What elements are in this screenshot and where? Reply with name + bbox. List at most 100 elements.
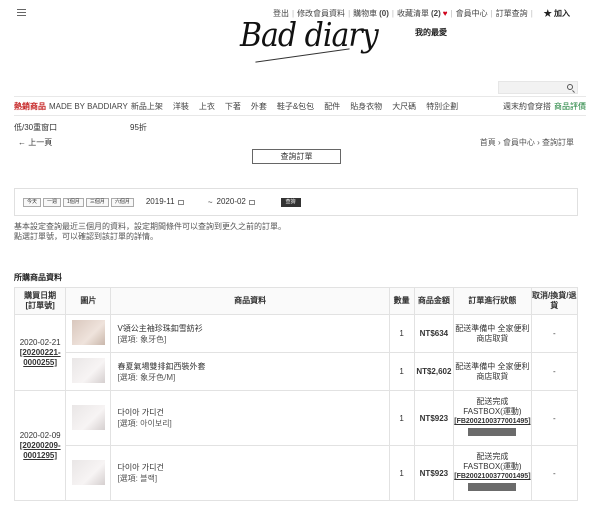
col-status: 訂單進行狀態 — [453, 287, 532, 315]
order-date: 2020-02-21 — [19, 337, 61, 347]
amount: NT$634 — [413, 314, 455, 353]
help-note: 點選訂單號，可以確認到該訂單的詳情。 — [14, 232, 158, 241]
return-action: - — [530, 352, 579, 391]
return-action: - — [530, 314, 579, 353]
brand-logo[interactable]: Bad diary — [240, 16, 379, 55]
table-row: 2020-02-21 [20200221-0000255] V領公主袖珍珠釦雪紡… — [13, 314, 579, 391]
nav-new-arrivals[interactable]: 新品上架 — [131, 101, 163, 112]
nav-made-by-baddiary[interactable]: MADE BY BADDIARY — [49, 102, 128, 111]
product-thumbnail[interactable] — [71, 320, 105, 345]
product-name-link[interactable]: 다이아 가디건 — [117, 462, 388, 473]
return-action: - — [530, 445, 579, 501]
product-thumbnail[interactable] — [71, 459, 105, 485]
table-row: 春夏氣場雙排釦西裝外套 [選項: 象牙色/M] 1 NT$2,602 配送準備中… — [15, 352, 579, 391]
date-to-select[interactable]: 2020-02 — [217, 197, 275, 207]
search-input[interactable] — [498, 81, 578, 94]
product-option: [選項: 아이보리] — [117, 419, 172, 428]
wishlist-link[interactable]: 收藏清單 — [397, 8, 429, 19]
col-qty: 數量 — [388, 287, 415, 315]
nav-outerwear[interactable]: 外套 — [251, 101, 267, 112]
help-notes: 基本設定查詢最近三個月的資料，設定期間條件可以查詢到更久之前的訂單。 點選訂單號… — [14, 222, 286, 242]
heart-icon: ♥ — [442, 9, 448, 18]
nav-weekend-outfit[interactable]: 週末約會穿搭 — [503, 101, 551, 112]
product-thumbnail[interactable] — [71, 404, 105, 430]
quantity: 1 — [388, 314, 415, 353]
filter-week-button[interactable]: 一週 — [43, 197, 62, 207]
status-text: 配送完成 FASTBOX(運動) — [463, 452, 522, 471]
tracking-number-link[interactable]: [FB2002100377001495] — [454, 472, 530, 482]
calendar-icon[interactable] — [248, 199, 255, 205]
my-wishlist-link[interactable]: 我的最愛 — [415, 27, 447, 38]
order-number-link[interactable]: [20200209-0001295] — [15, 441, 65, 461]
product-info: 다이아 가디건 [選項: 블랙] — [110, 445, 390, 501]
order-query-link[interactable]: 訂單查詢 — [496, 8, 528, 19]
date-from-select[interactable]: 2019-11 — [146, 197, 204, 207]
filter-1month-button[interactable]: 1個月 — [63, 197, 84, 207]
order-status: 配送完成 FASTBOX(運動) [FB2002100377001495] — [453, 390, 532, 446]
col-date: 購買日期 [訂單號] — [13, 287, 67, 315]
cart-count: (0) — [379, 9, 389, 18]
product-option: [選項: 象牙色] — [117, 334, 167, 344]
search-button[interactable]: 查詢 — [280, 197, 301, 207]
order-status: 配送完成 FASTBOX(運動) [FB2002100377001495] — [453, 445, 532, 501]
join-link[interactable]: ★ 加入 — [544, 8, 570, 19]
table-row: 다이아 가디건 [選項: 블랙] 1 NT$923 配送完成 FASTBOX(運… — [15, 445, 579, 501]
order-status: 配送準備中 全家便利商店取貨 — [453, 352, 532, 391]
calendar-icon[interactable] — [177, 199, 184, 205]
product-thumbnail[interactable] — [71, 358, 105, 383]
nav-product-reviews[interactable]: 商品評價 — [554, 101, 586, 112]
product-info: 다이아 가디건 [選項: 아이보리] — [110, 390, 390, 446]
quantity: 1 — [388, 352, 415, 391]
member-level-label: 低/30重窗口 — [14, 123, 58, 132]
category-navigation: 熱銷商品 MADE BY BADDIARY 新品上架 洋裝 上衣 下著 外套 鞋… — [14, 96, 586, 116]
order-number-link[interactable]: [20200221-0000255] — [15, 348, 65, 368]
product-info: V領公主袖珍珠釦雪紡衫 [選項: 象牙色] — [110, 314, 390, 353]
nav-bottoms[interactable]: 下著 — [225, 101, 241, 112]
member-level: 低/30重窗口 95折 — [14, 122, 147, 133]
order-date-cell: 2020-02-09 [20200209-0001295] — [13, 390, 67, 501]
nav-hot-items[interactable]: 熱銷商品 — [14, 101, 46, 112]
product-name-link[interactable]: V領公主袖珍珠釦雪紡衫 — [117, 323, 388, 334]
filter-today-button[interactable]: 今天 — [23, 197, 42, 207]
order-date: 2020-02-09 — [19, 430, 61, 440]
back-link[interactable]: ← 上一頁 — [18, 137, 52, 148]
col-info: 商品資料 — [110, 287, 390, 315]
product-name-link[interactable]: 春夏氣場雙排釦西裝外套 — [117, 361, 388, 372]
quantity: 1 — [388, 390, 415, 446]
order-status: 配送準備中 全家便利商店取貨 — [453, 314, 532, 353]
search-icon[interactable] — [567, 84, 573, 90]
amount: NT$923 — [413, 390, 455, 446]
table-header: 購買日期 [訂單號] 圖片 商品資料 數量 商品金額 訂單進行狀態 取消/換貨/… — [13, 287, 579, 315]
tracking-number-link[interactable]: [FB2002100377001495] — [454, 417, 530, 427]
wishlist-count: (2) — [431, 9, 441, 18]
query-orders-button[interactable]: 查詢訂單 — [252, 149, 341, 164]
menu-icon[interactable] — [17, 9, 26, 18]
product-option: [選項: 블랙] — [117, 474, 158, 483]
star-icon: ★ — [543, 9, 554, 18]
filter-6months-button[interactable]: 六個月 — [110, 197, 134, 207]
nav-tops[interactable]: 上衣 — [199, 101, 215, 112]
nav-dresses[interactable]: 洋裝 — [173, 101, 189, 112]
nav-shoes-bags[interactable]: 鞋子&包包 — [277, 101, 314, 112]
product-name-link[interactable]: 다이아 가디건 — [117, 407, 388, 418]
member-center-link[interactable]: 會員中心 — [456, 8, 488, 19]
redacted-block — [468, 483, 517, 491]
breadcrumb[interactable]: 首頁 › 會員中心 › 查詢訂單 — [480, 137, 574, 148]
member-discount: 95折 — [130, 123, 147, 132]
product-image-cell — [65, 445, 112, 501]
nav-plus-size[interactable]: 大尺碼 — [392, 101, 416, 112]
filter-3months-button[interactable]: 三個月 — [85, 197, 109, 207]
redacted-block — [468, 428, 517, 436]
product-image-cell — [65, 352, 112, 391]
product-image-cell — [65, 390, 112, 446]
product-info: 春夏氣場雙排釦西裝外套 [選項: 象牙色/M] — [110, 352, 390, 391]
nav-accessories[interactable]: 配件 — [324, 101, 340, 112]
nav-intimates[interactable]: 貼身衣物 — [350, 101, 382, 112]
amount: NT$923 — [413, 445, 455, 501]
nav-special[interactable]: 特別企劃 — [426, 101, 458, 112]
status-text: 配送完成 FASTBOX(運動) — [463, 397, 522, 416]
orders-table: 購買日期 [訂單號] 圖片 商品資料 數量 商品金額 訂單進行狀態 取消/換貨/… — [13, 287, 579, 501]
col-return: 取消/換貨/退貨 — [530, 287, 579, 315]
return-action: - — [530, 390, 579, 446]
col-image: 圖片 — [65, 287, 112, 315]
